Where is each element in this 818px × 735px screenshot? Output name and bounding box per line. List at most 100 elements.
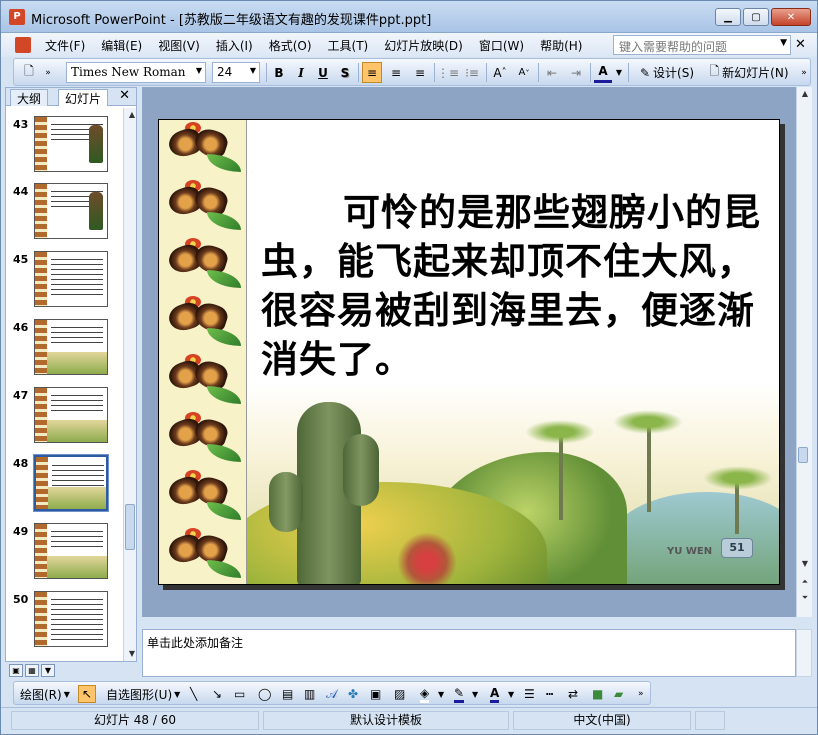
menu-window[interactable]: 窗口(W) [479, 37, 524, 54]
chevron-down-icon[interactable]: ▼ [438, 685, 444, 703]
menu-format[interactable]: 格式(O) [269, 37, 312, 54]
arrow-style-icon[interactable]: ⇄ [568, 685, 578, 703]
slide-thumbnail[interactable]: 43 [6, 108, 122, 174]
oval-tool-icon[interactable]: ◯ [258, 685, 271, 703]
align-center-button[interactable]: ≡ [386, 62, 406, 83]
font-name-value: Times New Roman [71, 65, 186, 79]
help-search-input[interactable]: 键入需要帮助的问题 ▼ [613, 35, 791, 55]
design-label: 设计(S) [653, 66, 695, 80]
toolbar-options-icon[interactable]: » [798, 62, 810, 83]
wordart-icon[interactable]: 𝒜 [326, 685, 337, 703]
numbered-list-icon[interactable]: ⋮≡ [437, 62, 459, 83]
slideshow-icon[interactable]: ▼ [41, 664, 55, 677]
document-icon[interactable] [15, 37, 31, 53]
menu-slideshow[interactable]: 幻灯片放映(D) [384, 37, 463, 54]
next-slide-icon[interactable]: ⏷ [798, 591, 812, 605]
increase-font-icon[interactable]: A ˄ [490, 62, 510, 83]
slide-thumbnail[interactable]: 44 [6, 175, 122, 241]
tab-slides[interactable]: 幻灯片 [58, 89, 109, 106]
powerpoint-app-icon[interactable]: P [9, 9, 25, 25]
slide-page-badge: 51 [721, 538, 753, 558]
slide-scrollbar[interactable]: ▲ ▼ ⏶ ⏷ [796, 87, 812, 617]
butterfly-image [163, 528, 241, 582]
font-color-icon[interactable]: A [490, 685, 500, 703]
close-pane-icon[interactable]: ✕ [119, 88, 130, 103]
normal-view-icon[interactable]: ▣ [9, 664, 23, 677]
slide-thumbnail-selected[interactable]: 48 [6, 447, 122, 513]
line-color-icon[interactable]: ✎ [454, 685, 465, 703]
scroll-up-icon[interactable]: ▲ [125, 108, 139, 122]
line-tool-icon[interactable]: ╲ [190, 685, 197, 703]
previous-slide-icon[interactable]: ⏶ [798, 575, 812, 589]
vertical-textbox-icon[interactable]: ▥ [304, 685, 315, 703]
rectangle-tool-icon[interactable]: ▭ [234, 685, 245, 703]
notes-pane[interactable]: 单击此处添加备注 [142, 629, 796, 677]
slide-body-text[interactable]: 可怜的是那些翅膀小的昆虫，能飞起来却顶不住大风，很容易被刮到海里去，便逐渐消失了… [261, 188, 761, 384]
slide-thumbnail[interactable]: 46 [6, 311, 122, 377]
slides-pane-scrollbar[interactable]: ▲ ▼ [123, 108, 136, 661]
font-size-select[interactable]: 24 ▼ [212, 62, 260, 83]
menu-file[interactable]: 文件(F) [45, 37, 85, 54]
fill-color-icon[interactable]: ◈ [420, 685, 430, 703]
bulleted-list-icon[interactable]: ⁝≡ [462, 62, 482, 83]
chevron-down-icon[interactable]: ▼ [472, 685, 478, 703]
chevron-down-icon[interactable]: ▼ [780, 38, 787, 48]
design-button[interactable]: ✎ 设计(S) [632, 62, 702, 83]
italic-button[interactable]: I [292, 62, 310, 83]
slide-thumbnail[interactable]: 45 [6, 243, 122, 309]
menu-insert[interactable]: 插入(I) [216, 37, 253, 54]
minimize-button[interactable]: ▁ [715, 8, 741, 26]
chevron-down-icon[interactable]: ▼ [508, 685, 514, 703]
align-right-button[interactable]: ≡ [410, 62, 430, 83]
scrollbar-thumb[interactable] [125, 504, 135, 550]
toolbar-options-icon[interactable]: » [42, 62, 54, 83]
underline-button[interactable]: U [314, 62, 332, 83]
autoshapes-menu-button[interactable]: 自选图形(U) ▼ [106, 685, 180, 703]
select-pointer-icon[interactable]: ↖ [78, 685, 96, 703]
decrease-font-icon[interactable]: A ˅ [514, 62, 534, 83]
butterfly-image [163, 296, 241, 350]
notes-scrollbar[interactable] [796, 629, 812, 677]
font-name-select[interactable]: Times New Roman ▼ [66, 62, 206, 83]
slide-thumbnail[interactable]: 47 [6, 379, 122, 445]
line-style-icon[interactable]: ☰ [524, 685, 535, 703]
chevron-down-icon[interactable]: ▼ [614, 62, 624, 83]
menu-tools[interactable]: 工具(T) [328, 37, 369, 54]
draw-menu-button[interactable]: 绘图(R) ▼ [20, 685, 70, 703]
arrow-tool-icon[interactable]: ↘ [212, 685, 222, 703]
increase-indent-icon[interactable]: ⇥ [566, 62, 586, 83]
font-color-icon[interactable]: A [594, 62, 612, 83]
3d-style-icon[interactable]: ▰ [614, 685, 623, 703]
close-document-icon[interactable]: ✕ [795, 37, 806, 52]
new-document-icon[interactable]: 🗋 [20, 62, 38, 83]
diagram-icon[interactable]: ✤ [348, 685, 358, 703]
slide-thumbnail[interactable]: 50 [6, 583, 122, 649]
scroll-down-icon[interactable]: ▼ [125, 647, 139, 661]
bold-button[interactable]: B [270, 62, 288, 83]
scroll-up-icon[interactable]: ▲ [798, 87, 812, 101]
font-size-value: 24 [217, 65, 233, 79]
close-button[interactable]: ✕ [771, 8, 811, 26]
dash-style-icon[interactable]: ┅ [546, 685, 553, 703]
textbox-tool-icon[interactable]: ▤ [282, 685, 293, 703]
clipart-icon[interactable]: ▣ [370, 685, 381, 703]
maximize-button[interactable]: ▢ [743, 8, 769, 26]
scroll-down-icon[interactable]: ▼ [798, 557, 812, 571]
align-left-button[interactable]: ≡ [362, 62, 382, 83]
toolbar-divider [358, 63, 359, 82]
scrollbar-thumb[interactable] [798, 447, 808, 463]
tab-outline[interactable]: 大纲 [10, 89, 49, 106]
butterfly-image [163, 412, 241, 466]
new-slide-button[interactable]: 🗋 新幻灯片(N) [704, 62, 794, 83]
shadow-style-icon[interactable]: ■ [592, 685, 603, 703]
slide-sorter-icon[interactable]: ▦ [25, 664, 39, 677]
current-slide[interactable]: YU WEN 51 可怜的是那些翅膀小的昆虫，能飞起来却顶不住大风，很容易被刮到… [158, 119, 780, 585]
menu-edit[interactable]: 编辑(E) [101, 37, 142, 54]
menu-help[interactable]: 帮助(H) [540, 37, 582, 54]
menu-view[interactable]: 视图(V) [158, 37, 200, 54]
slide-thumbnail[interactable]: 49 [6, 515, 122, 581]
decrease-indent-icon[interactable]: ⇤ [542, 62, 562, 83]
picture-icon[interactable]: ▨ [394, 685, 405, 703]
toolbar-options-icon[interactable]: » [638, 685, 644, 703]
shadow-button[interactable]: S [336, 62, 354, 83]
